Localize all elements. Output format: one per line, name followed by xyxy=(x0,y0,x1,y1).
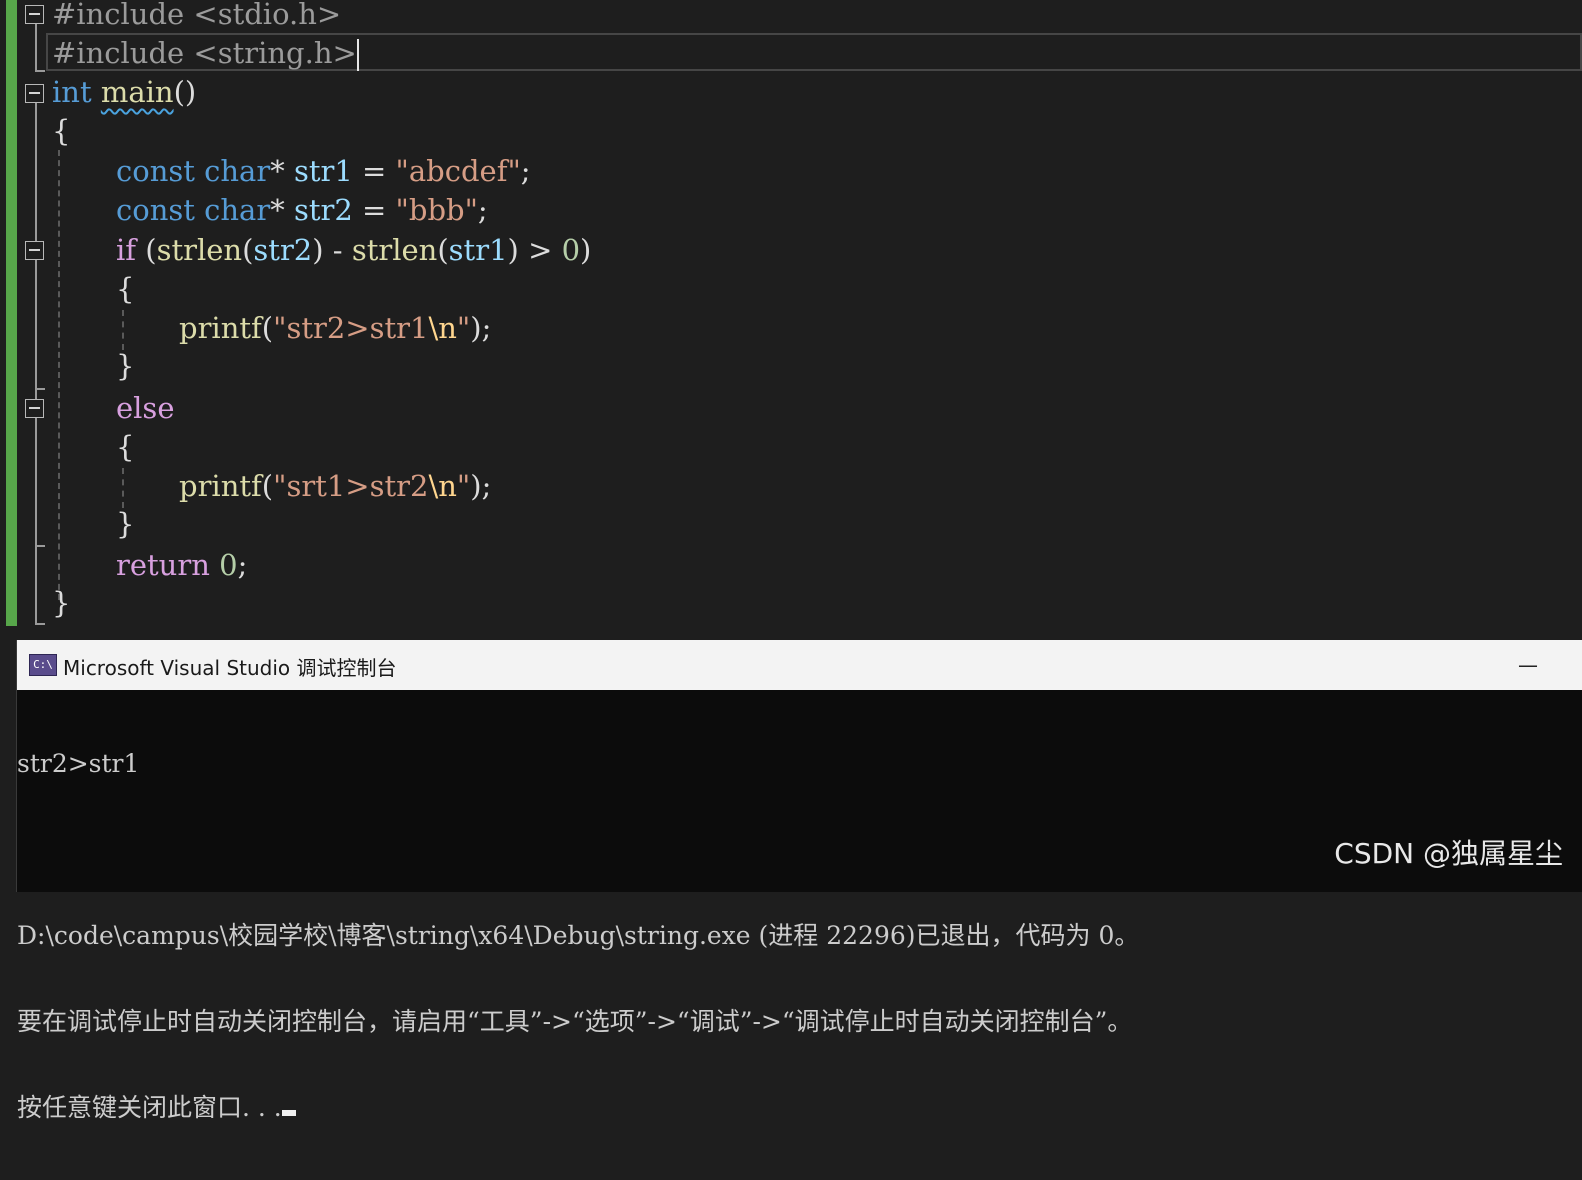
punctuation: ); xyxy=(470,311,492,345)
punctuation: = xyxy=(352,193,396,227)
code-line-11[interactable]: else xyxy=(116,389,174,427)
code-line-14[interactable]: } xyxy=(116,505,134,543)
console-cursor xyxy=(281,1110,296,1116)
console-titlebar[interactable]: C:\ Microsoft Visual Studio 调试控制台 — xyxy=(17,640,1582,690)
control-keyword: if xyxy=(116,233,137,267)
punctuation: ; xyxy=(237,548,248,582)
indent-guide xyxy=(58,150,60,600)
string-literal: "str2>str1 xyxy=(273,311,429,345)
punctuation: ; xyxy=(520,154,531,188)
string-literal: " xyxy=(456,311,471,345)
string-literal: "abcdef" xyxy=(395,154,521,188)
outline-tick xyxy=(35,388,45,390)
code-line-6[interactable]: const char* str2 = "bbb"; xyxy=(116,191,488,229)
outline-tick xyxy=(35,623,45,625)
code-line-8[interactable]: { xyxy=(116,270,134,308)
punctuation: ) xyxy=(580,233,592,267)
control-keyword: else xyxy=(116,391,175,425)
function-name: main xyxy=(100,75,174,109)
code-line-15[interactable]: return 0; xyxy=(116,546,247,584)
watermark: CSDN @独属星尘 xyxy=(1334,837,1563,870)
punctuation: () xyxy=(173,75,197,109)
console-line: str2>str1 xyxy=(17,749,140,778)
punctuation: ); xyxy=(470,469,492,503)
code-editor[interactable]: #include <stdio.h> #include <string.h> i… xyxy=(0,0,1582,640)
string-literal: " xyxy=(456,469,471,503)
collapse-main-icon[interactable] xyxy=(25,84,44,103)
minimize-button[interactable]: — xyxy=(1513,650,1543,680)
console-app-icon: C:\ xyxy=(29,654,57,676)
collapse-else-icon[interactable] xyxy=(25,399,44,418)
function-name: strlen xyxy=(351,233,438,267)
function-name: printf xyxy=(179,469,262,503)
punctuation: ; xyxy=(477,193,488,227)
code-line-12[interactable]: { xyxy=(116,428,134,466)
console-title: Microsoft Visual Studio 调试控制台 xyxy=(63,656,397,680)
text-caret xyxy=(356,39,359,71)
brace: } xyxy=(52,586,71,620)
keyword: int xyxy=(52,75,92,109)
outline-tick xyxy=(35,545,45,547)
indent-guide xyxy=(122,310,124,350)
console-line: 要在调试停止时自动关闭控制台，请启用“工具”->“选项”->“调试”->“调试停… xyxy=(17,1007,1133,1036)
code-line-7[interactable]: if (strlen(str2) - strlen(str1) > 0) xyxy=(116,231,591,269)
keyword: char xyxy=(204,193,271,227)
collapse-if-icon[interactable] xyxy=(25,241,44,260)
collapse-include-icon[interactable] xyxy=(25,5,44,24)
preprocessor-directive: #include <string.h> xyxy=(52,36,357,70)
brace: { xyxy=(116,430,135,464)
variable: str2 xyxy=(253,233,313,267)
function-name: printf xyxy=(179,311,262,345)
punctuation: ) > xyxy=(507,233,562,267)
brace: { xyxy=(116,272,135,306)
punctuation: ( xyxy=(136,233,157,267)
string-literal: "srt1>str2 xyxy=(273,469,429,503)
number-literal: 0 xyxy=(561,233,581,267)
code-line-16[interactable]: } xyxy=(52,584,70,622)
code-line-10[interactable]: } xyxy=(116,347,134,385)
code-line-3[interactable]: int main() xyxy=(52,73,196,111)
console-line-prompt: 按任意键关闭此窗口. . . xyxy=(17,1094,1582,1122)
punctuation: ( xyxy=(261,311,274,345)
debug-console-window[interactable]: C:\ Microsoft Visual Studio 调试控制台 — str2… xyxy=(16,640,1582,1122)
outline-line xyxy=(35,24,37,34)
punctuation: ( xyxy=(242,233,254,267)
preprocessor-directive: #include <stdio.h> xyxy=(52,0,342,31)
code-line-5[interactable]: const char* str1 = "abcdef"; xyxy=(116,152,531,190)
number-literal: 0 xyxy=(219,548,238,582)
console-line: D:\code\campus\校园学校\博客\string\x64\Debug\… xyxy=(17,921,1140,950)
console-output[interactable]: str2>str1 D:\code\campus\校园学校\博客\string\… xyxy=(17,692,1582,1180)
outline-line xyxy=(35,34,37,72)
code-line-9[interactable]: printf("str2>str1\n"); xyxy=(179,309,491,347)
code-line-1[interactable]: #include <stdio.h> xyxy=(52,0,341,33)
punctuation: ( xyxy=(437,233,449,267)
escape-sequence: \n xyxy=(428,469,457,503)
console-line: 按任意键关闭此窗口. . . xyxy=(17,1093,282,1122)
indent-guide xyxy=(122,468,124,508)
punctuation: ) - xyxy=(312,233,352,267)
punctuation: * xyxy=(270,193,294,227)
variable: str1 xyxy=(293,154,353,188)
function-name: strlen xyxy=(156,233,243,267)
variable: str1 xyxy=(448,233,508,267)
brace: } xyxy=(116,349,135,383)
keyword: const xyxy=(116,193,195,227)
code-line-2[interactable]: #include <string.h> xyxy=(52,34,359,72)
change-tracking-bar xyxy=(6,0,17,626)
code-line-4[interactable]: { xyxy=(52,112,70,150)
escape-sequence: \n xyxy=(428,311,457,345)
outline-tick xyxy=(35,70,45,72)
keyword: char xyxy=(204,154,271,188)
brace: { xyxy=(52,114,71,148)
control-keyword: return xyxy=(116,548,210,582)
code-line-13[interactable]: printf("srt1>str2\n"); xyxy=(179,467,491,505)
string-literal: "bbb" xyxy=(395,193,478,227)
punctuation: ( xyxy=(261,469,274,503)
keyword: const xyxy=(116,154,195,188)
variable: str2 xyxy=(293,193,353,227)
punctuation: * xyxy=(270,154,294,188)
brace: } xyxy=(116,507,135,541)
punctuation: = xyxy=(352,154,396,188)
